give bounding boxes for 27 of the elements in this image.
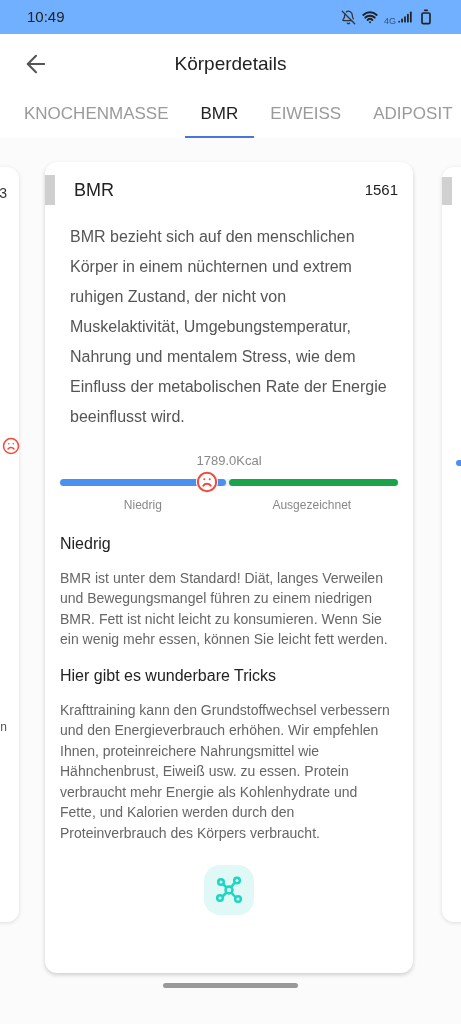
network-type: 4G — [384, 14, 396, 28]
status-time: 10:49 — [27, 6, 65, 27]
section-text: Krafttraining kann den Grundstoffwechsel verbessern und den Energieverbrauch erhöhen. Wir empfehlen Ihnen, proteinreichere Nahrungsmittel wie Hähnchenbrust, Eiweiß usw. zu essen. Protein verbraucht mehr Energie als Kohlenhydrate und Fette, und Kalorien werden durch den Proteinverbrauch des Körpers verbraucht. — [60, 700, 391, 843]
section-text: BMR ist unter dem Standard! Diät, langes Verweilen und Bewegungsmangel führen zu einem niedrigen BMR. Fett ist nicht leicht zu konsumieren. Wenn Sie ein wenig mehr essen, können Sie leicht fett werden. — [60, 568, 389, 649]
section-heading: Hier gibt es wunderbare Tricks — [60, 665, 278, 686]
bell-off-icon — [341, 9, 356, 25]
card-title: BMR — [74, 178, 114, 202]
battery-icon — [418, 9, 434, 25]
gauge-label: Ausgezeichnet — [271, 496, 353, 514]
text-fragment: n — [0, 719, 7, 736]
sad-face-icon — [2, 437, 20, 455]
nodes-icon — [215, 876, 243, 904]
gauge-reading: 1789.0Kcal — [195, 452, 263, 470]
tab[interactable]: EIWEISS — [254, 94, 358, 138]
page-title: Körperdetails — [174, 51, 287, 76]
tab[interactable]: KNOCHENMASSE — [8, 94, 185, 138]
card-value: 3 — [0, 184, 7, 203]
wifi-icon — [362, 9, 378, 25]
gauge-label: Niedrig — [122, 496, 163, 514]
title-marker — [442, 177, 452, 205]
card-value: 1561 — [364, 179, 398, 200]
signal-icon — [398, 10, 412, 24]
tab[interactable]: ADIPOSIT — [357, 94, 461, 138]
title-marker — [45, 175, 55, 205]
description-text: BMR bezieht sich auf den menschlichen Körper in einem nüchternen und extrem ruhigen Zustand, der nicht von Muskelaktivität, Umgebungstemperatur, Nahrung und mentalem Stress, wie dem Einfluss der metabolischen Rate der Energie beeinflusst wird. — [69, 227, 388, 427]
tab[interactable]: BMR — [184, 94, 255, 138]
section-heading: Niedrig — [60, 533, 112, 554]
